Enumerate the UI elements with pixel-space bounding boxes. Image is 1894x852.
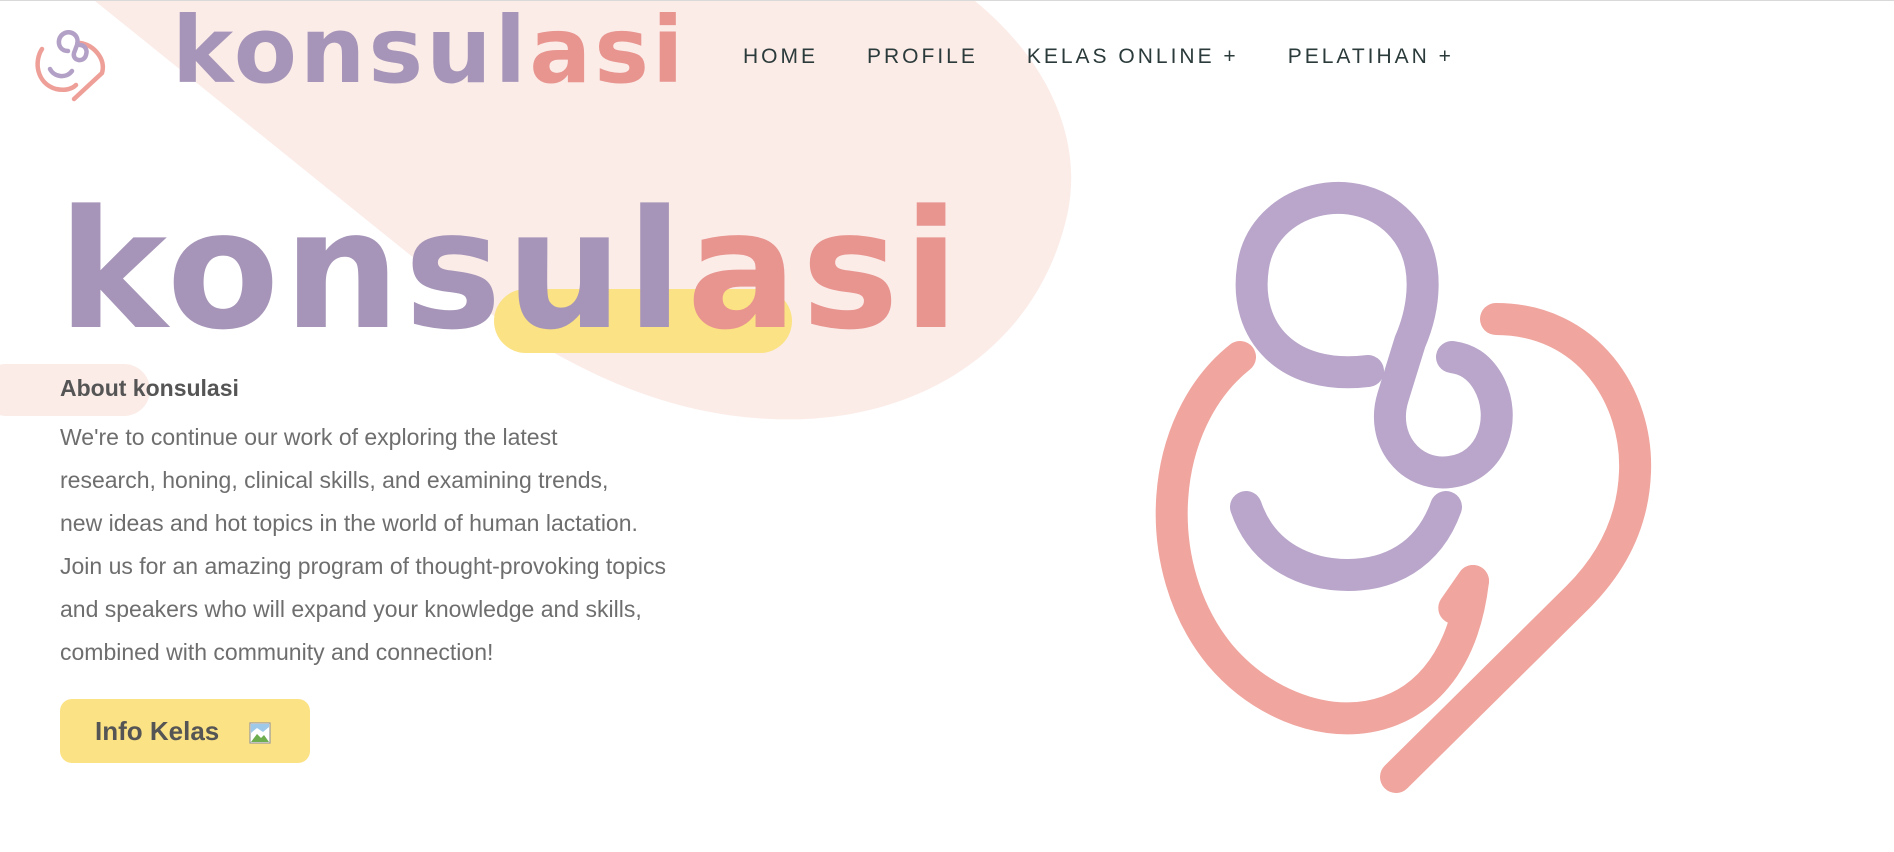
hero-title-part1: konsul bbox=[58, 175, 687, 366]
about-line: We're to continue our work of exploring … bbox=[60, 424, 558, 450]
info-kelas-button[interactable]: Info Kelas bbox=[60, 699, 310, 763]
about-description: We're to continue our work of exploring … bbox=[60, 416, 760, 674]
nav-pelatihan[interactable]: PELATIHAN + bbox=[1288, 45, 1454, 69]
nav-profile[interactable]: PROFILE bbox=[867, 45, 978, 69]
nav-home[interactable]: HOME bbox=[743, 45, 818, 69]
konsulasi-logo-illustration bbox=[1155, 181, 1652, 793]
nav-kelas-online[interactable]: KELAS ONLINE + bbox=[1027, 45, 1239, 69]
brand-wordmark-part2: asi bbox=[529, 0, 687, 104]
about-line: combined with community and connection! bbox=[60, 639, 494, 665]
about-line: and speakers who will expand your knowle… bbox=[60, 596, 642, 622]
logo-icon[interactable] bbox=[32, 27, 110, 107]
info-kelas-label: Info Kelas bbox=[95, 715, 220, 746]
hero-title: konsulasi bbox=[58, 189, 963, 353]
about-line: research, honing, clinical skills, and e… bbox=[60, 467, 609, 493]
hero-title-part2: asi bbox=[686, 175, 964, 366]
about-heading: About konsulasi bbox=[60, 375, 239, 401]
about-line: new ideas and hot topics in the world of… bbox=[60, 510, 638, 536]
about-line: Join us for an amazing program of though… bbox=[60, 553, 666, 579]
broken-image-icon bbox=[249, 722, 271, 744]
brand-wordmark[interactable]: konsulasi bbox=[172, 5, 687, 97]
brand-wordmark-part1: konsul bbox=[172, 0, 530, 104]
main-navigation: HOME PROFILE KELAS ONLINE + PELATIHAN + bbox=[743, 45, 1454, 69]
